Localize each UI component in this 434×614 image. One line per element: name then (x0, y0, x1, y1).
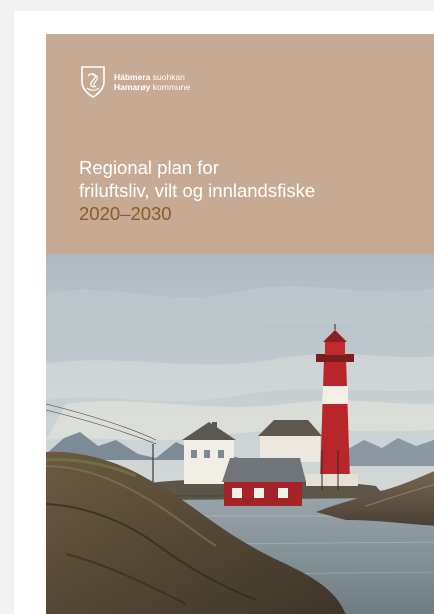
logo-type-sami: suohkan (152, 72, 185, 82)
logo-type-norwegian: kommune (152, 82, 191, 92)
document-page: Hábmera suohkan Hamarøy kommune Regional… (14, 11, 434, 614)
report-cover: Hábmera suohkan Hamarøy kommune Regional… (46, 34, 434, 614)
cover-photo (46, 254, 434, 614)
logo-text: Hábmera suohkan Hamarøy kommune (114, 72, 190, 92)
municipality-logo: Hábmera suohkan Hamarøy kommune (78, 64, 190, 100)
cover-title: Regional plan for friluftsliv, vilt og i… (79, 156, 315, 202)
cover-title-line2: friluftsliv, vilt og innlandsfiske (79, 180, 316, 201)
cover-title-line1: Regional plan for (79, 157, 219, 178)
plan-period: 2020–2030 (79, 203, 172, 224)
logo-name-norwegian: Hamarøy (114, 82, 151, 92)
municipal-shield-icon (81, 66, 105, 98)
logo-name-sami: Hábmera (114, 72, 151, 82)
cover-header: Hábmera suohkan Hamarøy kommune Regional… (46, 34, 434, 254)
